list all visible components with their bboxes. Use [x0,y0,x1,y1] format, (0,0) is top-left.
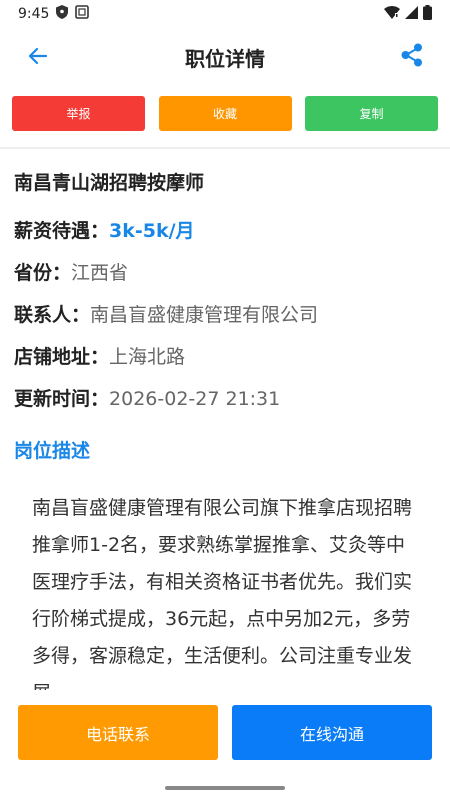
province-label: 省份： [14,262,72,284]
contact-label: 联系人： [14,304,91,326]
page-title: 职位详情 [185,46,265,71]
province-value: 江西省 [71,262,129,284]
call-button[interactable]: 电话联系 [18,705,218,760]
contact-row: 联系人： 南昌盲盛健康管理有限公司 [14,300,318,327]
contact-value: 南昌盲盛健康管理有限公司 [90,304,319,326]
signal-icon [405,5,418,23]
arrow-left-icon [28,46,48,70]
updated-row: 更新时间： 2026-02-27 21:31 [14,384,280,411]
salary-label: 薪资待遇： [14,220,110,242]
battery-icon [423,4,432,24]
copy-button[interactable]: 复制 [305,96,438,131]
screenshot-icon [75,5,90,23]
address-row: 店铺地址： 上海北路 [14,342,185,369]
divider [0,147,450,149]
job-title: 南昌青山湖招聘按摩师 [14,172,205,194]
wifi-icon [384,5,400,23]
bottom-bar: 电话联系 在线沟通 [0,690,450,800]
salary-value: 3k-5k/月 [109,220,195,242]
status-time: 9:45 [18,6,50,22]
action-row: 举报 收藏 复制 [12,96,438,131]
back-button[interactable] [24,44,52,72]
share-button[interactable] [398,43,426,71]
report-button[interactable]: 举报 [12,96,145,131]
status-left: 9:45 [18,5,90,23]
favorite-button[interactable]: 收藏 [158,96,292,131]
job-description: 南昌盲盛健康管理有限公司旗下推拿店现招聘推拿师1-2名，要求熟练掌握推拿、艾灸等… [32,497,413,704]
salary-row: 薪资待遇： 3k-5k/月 [14,216,195,243]
updated-value: 2026-02-27 21:31 [109,388,281,410]
province-row: 省份： 江西省 [14,258,128,285]
home-indicator[interactable] [165,786,285,790]
updated-label: 更新时间： [14,388,110,410]
address-value: 上海北路 [109,346,186,368]
app-bar: 职位详情 [0,28,450,86]
address-label: 店铺地址： [14,346,110,368]
status-bar: 9:45 [0,0,450,28]
shield-icon [56,5,69,23]
status-right [384,4,432,24]
chat-button[interactable]: 在线沟通 [232,705,432,760]
share-icon [401,43,423,71]
description-section-title: 岗位描述 [14,440,91,462]
